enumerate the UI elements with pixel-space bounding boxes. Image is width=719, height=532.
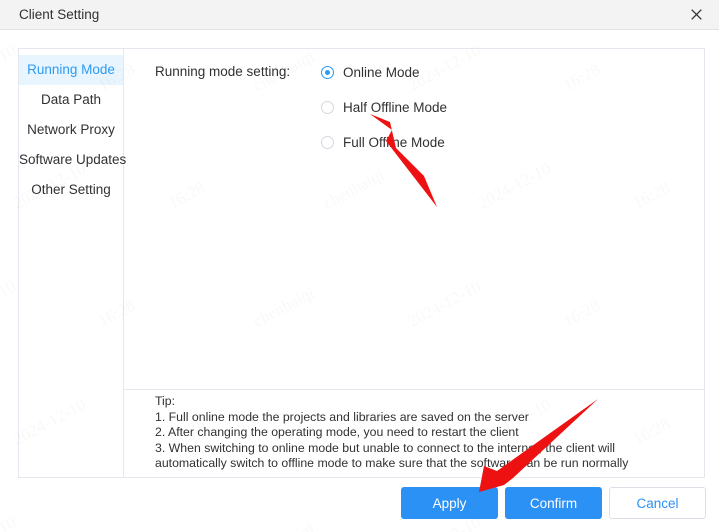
watermark-text: chenhaiqi: [715, 283, 719, 332]
tip-heading: Tip:: [155, 394, 176, 408]
settings-panel: Running Mode Data Path Network Proxy Sof…: [18, 48, 705, 478]
radio-half-offline-mode-icon: [321, 100, 334, 114]
radio-full-offline-mode-icon: [321, 135, 334, 149]
confirm-button[interactable]: Confirm: [505, 487, 602, 519]
window-title: Client Setting: [19, 7, 100, 22]
radio-half-offline-mode[interactable]: Half Offline Mode: [321, 96, 447, 118]
running-mode-radio-group: Online Mode Half Offline Mode Full Offli…: [321, 61, 447, 166]
watermark-text: 2024-12-10: [0, 41, 19, 96]
tip-line-3: 3. When switching to online mode but una…: [155, 440, 629, 471]
watermark-text: 2024-12-10: [0, 277, 19, 332]
watermark-text: chenhaiqi: [715, 47, 719, 96]
cancel-button[interactable]: Cancel: [609, 487, 706, 519]
sidebar-item-software-updates[interactable]: Software Updates: [19, 145, 126, 175]
dialog-footer: Apply Confirm Cancel: [0, 487, 719, 521]
tip-block: Tip: 1. Full online mode the projects an…: [155, 394, 685, 472]
sidebar-item-network-proxy[interactable]: Network Proxy: [19, 115, 123, 145]
sidebar-item-other-setting[interactable]: Other Setting: [19, 175, 123, 205]
sidebar-item-running-mode[interactable]: Running Mode: [19, 55, 123, 85]
radio-online-mode-icon: [321, 65, 334, 79]
radio-full-offline-mode-label: Full Offline Mode: [343, 134, 445, 150]
window-title-bar: Client Setting: [0, 0, 719, 30]
settings-sidebar: Running Mode Data Path Network Proxy Sof…: [19, 49, 126, 477]
settings-content: Running mode setting: Online Mode Half O…: [124, 49, 704, 477]
apply-button[interactable]: Apply: [401, 487, 498, 519]
tip-line-2: 2. After changing the operating mode, yo…: [155, 425, 519, 439]
radio-full-offline-mode[interactable]: Full Offline Mode: [321, 131, 447, 153]
radio-online-mode[interactable]: Online Mode: [321, 61, 447, 83]
running-mode-setting-label: Running mode setting:: [155, 64, 291, 79]
radio-online-mode-label: Online Mode: [343, 64, 420, 80]
tip-line-1: 1. Full online mode the projects and lib…: [155, 409, 529, 424]
close-icon[interactable]: [673, 0, 719, 29]
sidebar-item-data-path[interactable]: Data Path: [19, 85, 123, 115]
radio-half-offline-mode-label: Half Offline Mode: [343, 99, 448, 115]
tip-divider: [124, 389, 704, 390]
